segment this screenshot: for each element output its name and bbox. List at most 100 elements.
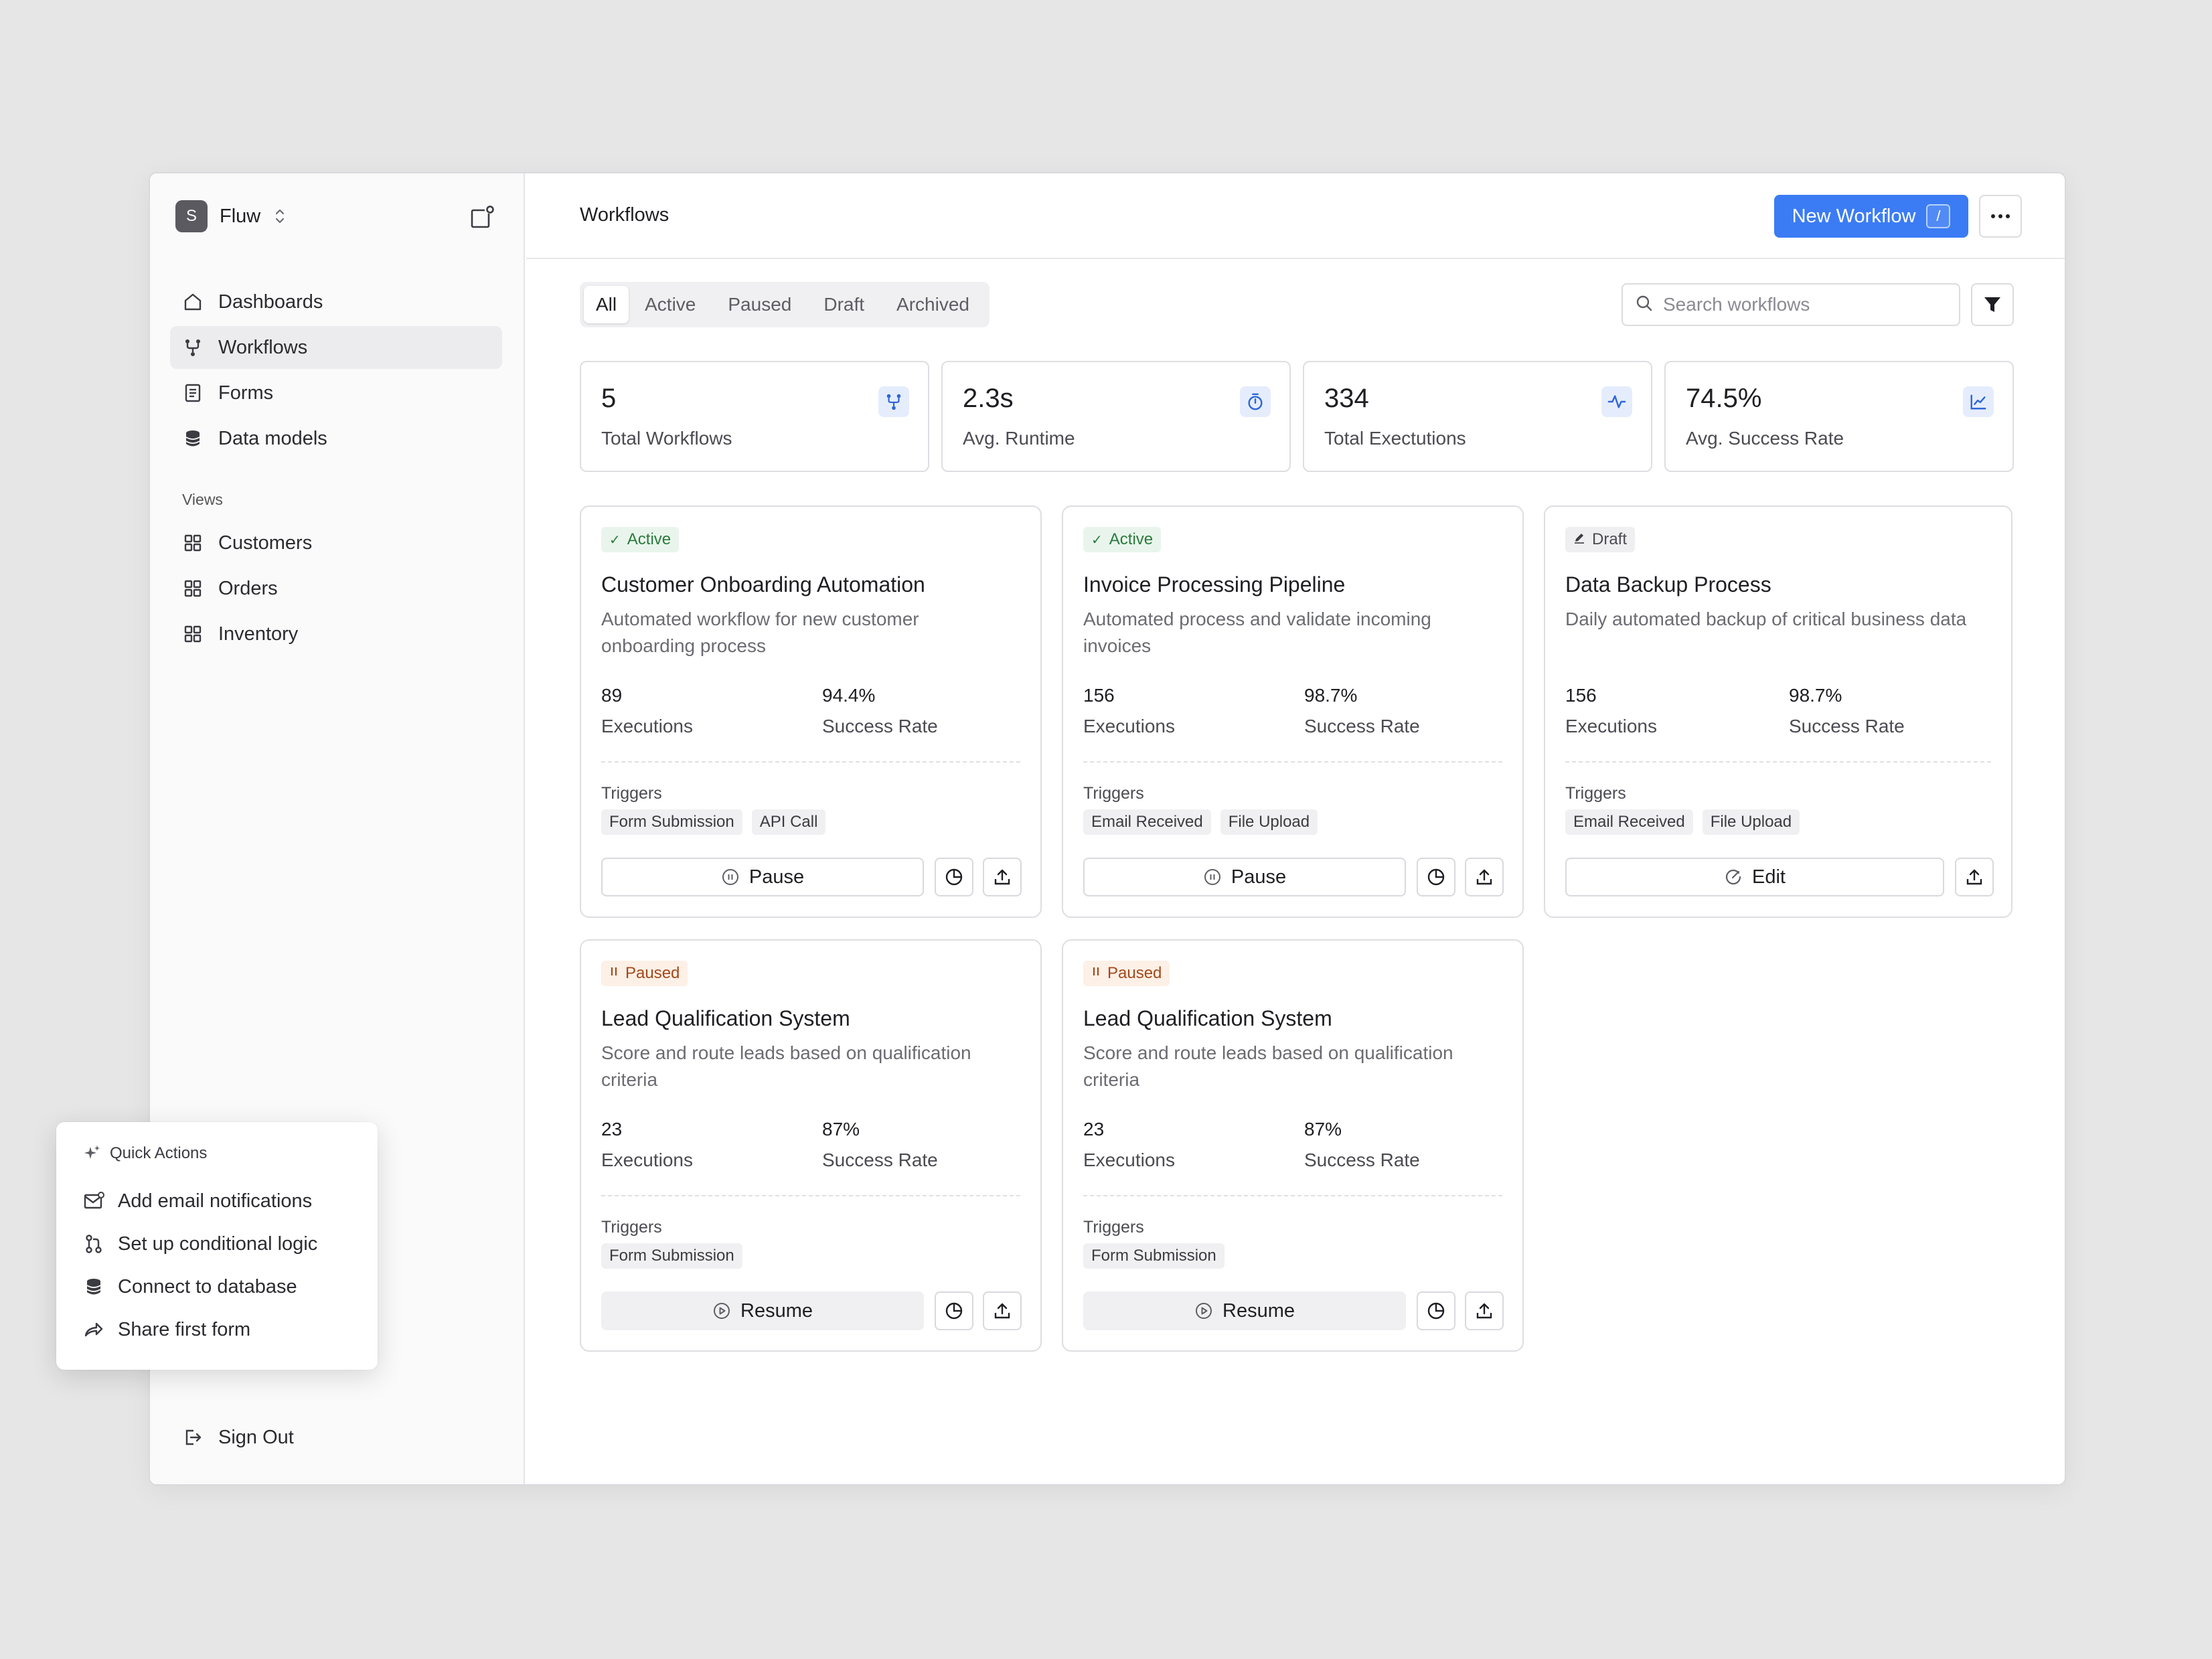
- mail-icon: [82, 1189, 106, 1213]
- action-label: Resume: [1222, 1299, 1295, 1322]
- trigger-chip: Form Submission: [1083, 1243, 1224, 1269]
- tab-active[interactable]: Active: [629, 286, 712, 323]
- workflow-title: Invoice Processing Pipeline: [1083, 572, 1346, 597]
- grid-icon: [181, 576, 205, 601]
- export-button[interactable]: [1955, 858, 1994, 896]
- pie-chart-icon: [945, 868, 963, 886]
- view-item-orders[interactable]: Orders: [170, 567, 502, 610]
- view-label: Orders: [218, 577, 278, 599]
- analytics-button[interactable]: [935, 1291, 973, 1330]
- export-button[interactable]: [983, 858, 1022, 896]
- new-workflow-label: New Workflow: [1792, 205, 1916, 227]
- status-text: Active: [627, 530, 672, 548]
- pause-button[interactable]: Pause: [601, 858, 924, 896]
- analytics-button[interactable]: [1417, 858, 1455, 896]
- view-label: Customers: [218, 532, 313, 554]
- tab-paused[interactable]: Paused: [712, 286, 807, 323]
- status-text: Active: [1109, 530, 1154, 548]
- more-options-button[interactable]: [1979, 195, 2022, 238]
- grid-icon: [181, 531, 205, 555]
- trigger-list: Email Received File Upload: [1083, 809, 1318, 835]
- success-rate-value: 98.7%: [1789, 685, 1842, 706]
- resume-button[interactable]: Resume: [601, 1291, 924, 1330]
- filter-button[interactable]: [1971, 283, 2014, 326]
- chevron-updown-icon: [274, 206, 286, 226]
- status-badge: Paused: [1083, 961, 1170, 986]
- nav-item-dashboards[interactable]: Dashboards: [170, 281, 502, 323]
- pause-button[interactable]: Pause: [1083, 858, 1406, 896]
- divider: [1083, 1195, 1502, 1196]
- nav-item-workflows[interactable]: Workflows: [170, 326, 502, 369]
- workflow-title: Lead Qualification System: [601, 1006, 850, 1030]
- quick-action-label: Connect to database: [118, 1275, 297, 1297]
- executions-label: Executions: [1083, 1150, 1175, 1170]
- sign-out-button[interactable]: Sign Out: [181, 1425, 294, 1449]
- trigger-chip: File Upload: [1702, 809, 1800, 835]
- status-text: Draft: [1592, 530, 1628, 548]
- new-page-icon[interactable]: [469, 204, 495, 231]
- view-item-inventory[interactable]: Inventory: [170, 613, 502, 655]
- triggers-label: Triggers: [1083, 1218, 1144, 1237]
- quick-actions-header: Quick Actions: [82, 1143, 207, 1164]
- success-rate-label: Success Rate: [822, 716, 938, 736]
- pencil-icon: [1573, 532, 1585, 548]
- workspace-avatar: S: [175, 200, 208, 232]
- tab-archived[interactable]: Archived: [880, 286, 985, 323]
- upload-icon: [994, 869, 1010, 885]
- stat-label: Avg. Runtime: [963, 428, 1075, 449]
- database-icon: [82, 1275, 106, 1299]
- success-rate-value: 87%: [822, 1119, 860, 1139]
- play-icon: [1194, 1301, 1213, 1320]
- stat-card: 2.3s Avg. Runtime: [941, 361, 1291, 472]
- views-nav: Customers Orders Inventory: [170, 522, 502, 658]
- quick-actions-title: Quick Actions: [110, 1144, 208, 1162]
- analytics-button[interactable]: [935, 858, 973, 896]
- nav-item-data-models[interactable]: Data models: [170, 417, 502, 460]
- quick-action-logic[interactable]: Set up conditional logic: [82, 1232, 317, 1256]
- workflow-description: Automated process and validate incoming …: [1083, 609, 1431, 656]
- quick-action-database[interactable]: Connect to database: [82, 1275, 297, 1299]
- export-button[interactable]: [1465, 858, 1504, 896]
- search-input[interactable]: [1663, 294, 1944, 315]
- status-badge: ✓ Active: [1083, 527, 1162, 552]
- trigger-chip: File Upload: [1220, 809, 1318, 835]
- workflow-card[interactable]: Paused Lead Qualification System Score a…: [1062, 939, 1524, 1352]
- trigger-chip: Email Received: [1565, 809, 1693, 835]
- export-button[interactable]: [983, 1291, 1022, 1330]
- edit-button[interactable]: Edit: [1565, 858, 1944, 896]
- executions-value: 23: [1083, 1119, 1105, 1139]
- executions-label: Executions: [601, 1150, 693, 1170]
- view-label: Inventory: [218, 623, 299, 645]
- stopwatch-icon: [1240, 386, 1271, 417]
- sign-out-icon: [181, 1425, 205, 1449]
- action-label: Resume: [740, 1299, 813, 1322]
- workspace-switcher[interactable]: S Fluw: [175, 200, 286, 232]
- check-icon: ✓: [1091, 532, 1103, 548]
- status-text: Paused: [1107, 964, 1162, 982]
- workflow-card[interactable]: ✓ Active Customer Onboarding Automation …: [580, 505, 1042, 918]
- quick-action-share[interactable]: Share first form: [82, 1318, 250, 1342]
- export-button[interactable]: [1465, 1291, 1504, 1330]
- workflow-card[interactable]: Paused Lead Qualification System Score a…: [580, 939, 1042, 1352]
- resume-button[interactable]: Resume: [1083, 1291, 1406, 1330]
- divider: [601, 761, 1020, 763]
- workflow-card[interactable]: ✓ Active Invoice Processing Pipeline Aut…: [1062, 505, 1524, 918]
- tab-all[interactable]: All: [584, 286, 629, 323]
- pause-icon: [1091, 965, 1101, 981]
- workflow-card[interactable]: Draft Data Backup Process Daily automate…: [1544, 505, 2012, 918]
- view-item-customers[interactable]: Customers: [170, 522, 502, 564]
- success-rate-label: Success Rate: [1304, 716, 1420, 736]
- pie-chart-icon: [1427, 1302, 1445, 1320]
- nav-item-forms[interactable]: Forms: [170, 372, 502, 414]
- top-bar: Workflows New Workflow /: [526, 173, 2065, 259]
- workflow-title: Data Backup Process: [1565, 572, 1771, 597]
- quick-action-email[interactable]: Add email notifications: [82, 1189, 312, 1213]
- nav-label: Forms: [218, 382, 274, 404]
- line-chart-icon: [1963, 386, 1994, 417]
- triggers-label: Triggers: [1565, 784, 1626, 803]
- new-workflow-button[interactable]: New Workflow /: [1774, 195, 1968, 238]
- status-badge: ✓ Active: [601, 527, 680, 552]
- analytics-button[interactable]: [1417, 1291, 1455, 1330]
- keyboard-shortcut: /: [1926, 204, 1951, 228]
- tab-draft[interactable]: Draft: [807, 286, 880, 323]
